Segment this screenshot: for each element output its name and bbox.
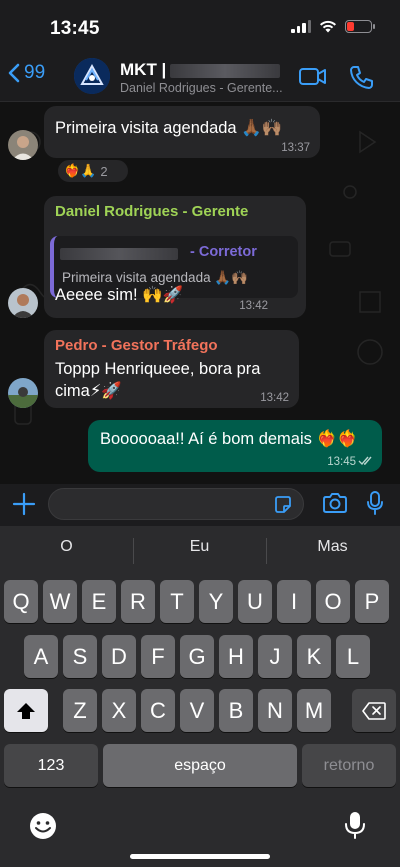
back-button[interactable]: 99	[8, 62, 45, 84]
message-reactions[interactable]: ❤️‍🔥🙏 2	[56, 158, 130, 184]
status-time: 13:45	[50, 18, 100, 39]
wifi-icon	[320, 20, 336, 33]
key[interactable]: W	[43, 580, 77, 623]
message-text: Primeira visita agendada 🙏🏾🙌🏽	[55, 119, 283, 137]
keyboard: O Eu Mas Q W E R T Y U I O P A S D F G H…	[0, 526, 400, 867]
dictation-microphone-icon[interactable]	[344, 810, 366, 840]
emoji-icon[interactable]	[28, 811, 58, 841]
shift-key[interactable]	[4, 689, 48, 732]
voice-call-icon[interactable]	[348, 64, 374, 90]
numbers-key[interactable]: 123	[4, 744, 98, 787]
message-bubble-incoming[interactable]: Pedro - Gestor Tráfego Toppp Henriqueee,…	[44, 330, 299, 408]
message-sender: Pedro - Gestor Tráfego	[55, 337, 218, 354]
key[interactable]: R	[121, 580, 155, 623]
sticker-icon[interactable]	[273, 495, 293, 515]
key[interactable]: Y	[199, 580, 233, 623]
shift-icon	[17, 702, 35, 719]
key[interactable]: X	[102, 689, 136, 732]
message-text: Boooooaa!! Aí é bom demais ❤️‍🔥❤️‍🔥	[100, 430, 358, 448]
key[interactable]: H	[219, 635, 253, 678]
sender-avatar[interactable]	[8, 288, 38, 318]
key[interactable]: D	[102, 635, 136, 678]
reaction-count: 2	[100, 163, 108, 179]
suggestion-1[interactable]: O	[0, 538, 133, 556]
suggestion-2[interactable]: Eu	[133, 538, 266, 556]
key[interactable]: M	[297, 689, 331, 732]
backspace-icon	[362, 701, 386, 720]
unread-count: 99	[24, 62, 46, 83]
redacted-text	[170, 63, 281, 78]
key[interactable]: E	[82, 580, 116, 623]
key[interactable]: K	[297, 635, 331, 678]
key[interactable]: P	[355, 580, 389, 623]
message-time: 13:37	[281, 142, 310, 154]
chat-header: 99 MKT | Daniel Rodrigues - Gerente...	[0, 54, 400, 102]
chat-title[interactable]: MKT |	[120, 60, 281, 80]
key[interactable]: Q	[4, 580, 38, 623]
backspace-key[interactable]	[352, 689, 396, 732]
key[interactable]: B	[219, 689, 253, 732]
chat-area[interactable]: Primeira visita agendada 🙏🏾🙌🏽 13:37 ❤️‍🔥…	[0, 102, 400, 484]
video-call-icon[interactable]	[298, 64, 328, 90]
chat-subtitle: Daniel Rodrigues - Gerente...	[120, 81, 283, 95]
key[interactable]: G	[180, 635, 214, 678]
read-receipt-icon	[358, 456, 372, 466]
key[interactable]: Z	[63, 689, 97, 732]
quoted-sender: - Corretor	[190, 244, 257, 260]
chevron-left-icon	[8, 63, 20, 83]
status-bar: 13:45	[0, 0, 400, 54]
camera-icon[interactable]	[322, 492, 348, 514]
message-bubble-incoming[interactable]: Daniel Rodrigues - Gerente - Corretor Pr…	[44, 196, 306, 318]
key[interactable]: A	[24, 635, 58, 678]
group-avatar[interactable]	[74, 58, 110, 94]
microphone-icon[interactable]	[366, 490, 384, 516]
key[interactable]: F	[141, 635, 175, 678]
redacted-text	[60, 248, 178, 260]
suggestion-3[interactable]: Mas	[266, 538, 399, 556]
message-time: 13:42	[260, 392, 289, 404]
key[interactable]: C	[141, 689, 175, 732]
battery-icon	[345, 20, 375, 33]
key[interactable]: I	[277, 580, 311, 623]
cellular-signal-icon	[291, 20, 311, 33]
message-input-bar	[0, 484, 400, 526]
reaction-emojis: ❤️‍🔥🙏	[64, 163, 97, 178]
key[interactable]: O	[316, 580, 350, 623]
key[interactable]: T	[160, 580, 194, 623]
plus-icon[interactable]	[12, 492, 36, 516]
message-bubble-incoming[interactable]: Primeira visita agendada 🙏🏾🙌🏽 13:37	[44, 106, 320, 158]
message-input[interactable]	[48, 488, 304, 520]
key[interactable]: S	[63, 635, 97, 678]
message-sender: Daniel Rodrigues - Gerente	[55, 203, 248, 220]
sender-name: Pedro - Gestor Tráfego	[55, 337, 218, 354]
status-icons	[291, 20, 375, 33]
chat-title-text: MKT |	[120, 60, 167, 79]
key[interactable]: J	[258, 635, 292, 678]
group-logo-icon	[74, 58, 110, 94]
message-bubble-outgoing[interactable]: Boooooaa!! Aí é bom demais ❤️‍🔥❤️‍🔥 13:4…	[88, 420, 382, 472]
message-time: 13:45	[327, 456, 356, 468]
sender-avatar[interactable]	[8, 378, 38, 408]
key[interactable]: N	[258, 689, 292, 732]
key[interactable]: V	[180, 689, 214, 732]
key[interactable]: U	[238, 580, 272, 623]
home-indicator[interactable]	[130, 854, 270, 859]
sender-avatar[interactable]	[8, 130, 38, 160]
sender-name: Daniel Rodrigues - Gerente	[55, 203, 249, 220]
key[interactable]: L	[336, 635, 370, 678]
space-key[interactable]: espaço	[103, 744, 297, 787]
message-text: Toppp Henriqueee, bora pra cima⚡🚀	[55, 360, 261, 400]
return-key[interactable]: retorno	[302, 744, 396, 787]
message-text: Aeeee sim! 🙌🚀	[55, 286, 184, 304]
message-time: 13:42	[239, 300, 268, 312]
